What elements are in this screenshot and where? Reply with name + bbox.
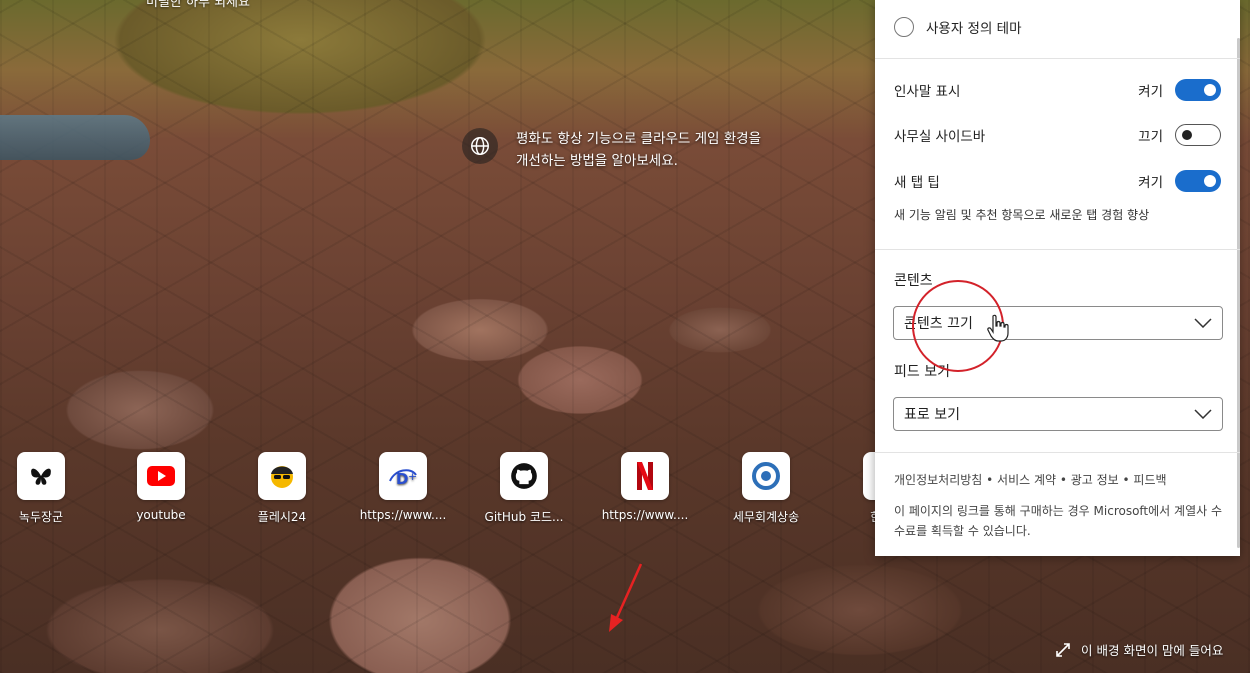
quick-link-label: https://www.... bbox=[359, 508, 447, 522]
tip-card[interactable]: 평화도 항상 기능으로 클라우드 게임 환경을 개선하는 방법을 알아보세요. bbox=[462, 128, 792, 172]
tip-text: 평화도 항상 기능으로 클라우드 게임 환경을 개선하는 방법을 알아보세요. bbox=[516, 131, 762, 169]
quick-link[interactable]: D + https://www.... bbox=[348, 452, 458, 522]
annotation-arrow-icon bbox=[609, 563, 643, 632]
office-sidebar-state: 끄기 bbox=[1138, 129, 1163, 145]
butterfly-icon bbox=[17, 452, 65, 500]
scrollbar[interactable] bbox=[1237, 38, 1240, 548]
chevron-down-icon bbox=[1194, 318, 1212, 328]
quick-link-label: https://www.... bbox=[601, 508, 689, 522]
custom-theme-label: 사용자 정의 테마 bbox=[926, 21, 1022, 37]
background-info[interactable]: 이 배경 화면이 맘에 들어요 bbox=[1055, 640, 1223, 659]
hand-cursor-icon bbox=[987, 314, 1009, 342]
quick-link-label: 녹두장군 bbox=[18, 510, 64, 524]
divider bbox=[875, 249, 1240, 250]
netflix-icon bbox=[621, 452, 669, 500]
tax-logo-icon bbox=[742, 452, 790, 500]
footer-note: 이 페이지의 링크를 통해 구매하는 경우 Microsoft에서 계열사 수수… bbox=[894, 504, 1223, 538]
youtube-icon bbox=[137, 452, 185, 500]
office-sidebar-toggle[interactable] bbox=[1175, 124, 1221, 146]
greeting-label: 인사말 표시 bbox=[894, 84, 961, 100]
chevron-down-icon bbox=[1194, 409, 1212, 419]
quick-link[interactable]: 세무회계상송 bbox=[711, 452, 821, 525]
radio-button[interactable] bbox=[894, 17, 914, 37]
quick-link-label: 세무회계상송 bbox=[732, 510, 800, 524]
greeting-state: 켜기 bbox=[1138, 84, 1163, 100]
quick-link[interactable]: GitHub 코드... bbox=[469, 452, 579, 525]
new-tab-tips-state: 켜기 bbox=[1138, 175, 1163, 191]
office-sidebar-label: 사무실 사이드바 bbox=[894, 129, 986, 145]
background-info-text: 이 배경 화면이 맘에 들어요 bbox=[1081, 643, 1224, 658]
new-tab-tips-description: 새 기능 알림 및 추천 항목으로 새로운 탭 경험 향상 bbox=[894, 208, 1150, 222]
svg-text:+: + bbox=[408, 470, 417, 483]
background-water bbox=[0, 115, 150, 160]
new-tab-tips-toggle[interactable] bbox=[1175, 170, 1221, 192]
greeting-toggle[interactable] bbox=[1175, 79, 1221, 101]
disney-plus-icon: D + bbox=[379, 452, 427, 500]
svg-text:D: D bbox=[396, 470, 408, 488]
quick-link-label: GitHub 코드... bbox=[484, 510, 564, 524]
globe-icon bbox=[462, 128, 498, 164]
feed-select[interactable]: 표로 보기 bbox=[893, 397, 1223, 431]
quick-link[interactable]: 플레시24 bbox=[227, 452, 337, 525]
new-tab-tips-label: 새 탭 팁 bbox=[894, 175, 940, 191]
quick-link[interactable]: youtube bbox=[106, 452, 216, 522]
greeting-setting: 인사말 표시 켜기 bbox=[894, 79, 1221, 101]
expand-icon bbox=[1056, 642, 1070, 657]
feed-select-value: 표로 보기 bbox=[904, 407, 960, 423]
github-icon bbox=[500, 452, 548, 500]
avatar-sunglasses-icon bbox=[258, 452, 306, 500]
office-sidebar-setting: 사무실 사이드바 끄기 bbox=[894, 124, 1221, 146]
quick-link[interactable]: https://www.... bbox=[590, 452, 700, 522]
divider bbox=[875, 452, 1240, 453]
divider bbox=[875, 58, 1240, 59]
quick-link[interactable]: 녹두장군 bbox=[0, 452, 96, 525]
footer-links[interactable]: 개인정보처리방침 • 서비스 계약 • 광고 정보 • 피드백 bbox=[894, 470, 1225, 490]
content-title: 콘텐츠 bbox=[894, 273, 933, 289]
page-settings-panel: 사용자 정의 테마 인사말 표시 켜기 사무실 사이드바 끄기 새 탭 팁 켜기… bbox=[875, 0, 1240, 556]
custom-theme-option[interactable]: 사용자 정의 테마 bbox=[894, 17, 1221, 37]
quick-link-label: 플레시24 bbox=[257, 510, 307, 524]
quick-link-label: youtube bbox=[136, 508, 186, 522]
greeting-text: 미필한 하루 되세요 bbox=[146, 0, 250, 10]
new-tab-tips-setting: 새 탭 팁 켜기 bbox=[894, 170, 1221, 192]
